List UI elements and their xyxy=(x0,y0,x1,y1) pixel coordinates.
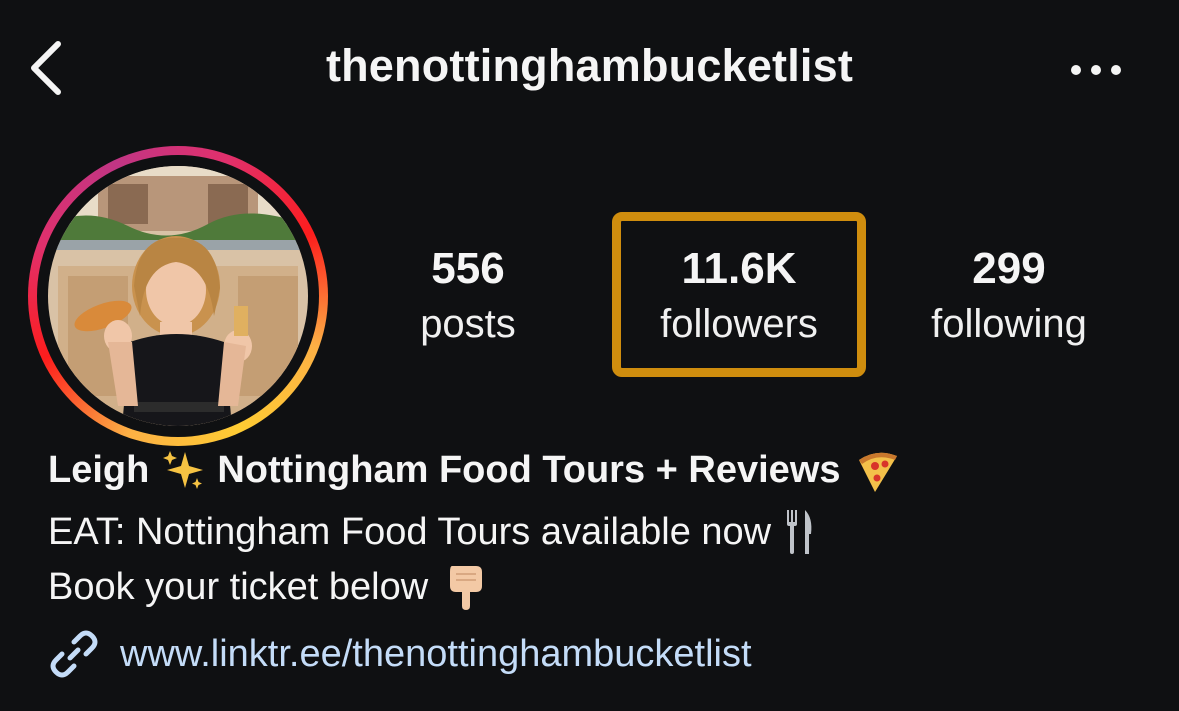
bio-line-1-text: EAT: Nottingham Food Tours available now xyxy=(48,510,772,553)
followers-stat[interactable]: 11.6K followers xyxy=(614,240,864,350)
sparkles-icon xyxy=(163,451,204,489)
followers-count: 11.6K xyxy=(681,244,797,293)
profile-link[interactable]: www.linktr.ee/thenottinghambucketlist xyxy=(48,628,752,680)
following-label: following xyxy=(931,302,1087,346)
avatar[interactable] xyxy=(48,166,308,426)
profile-link-text[interactable]: www.linktr.ee/thenottinghambucketlist xyxy=(120,633,752,676)
link-icon xyxy=(50,630,98,678)
bio-name-title: Nottingham Food Tours + Reviews xyxy=(217,448,841,491)
more-horizontal-icon xyxy=(1071,65,1121,75)
more-options-button[interactable] xyxy=(1064,50,1128,90)
bio-line-2: Book your ticket below xyxy=(48,562,486,612)
following-count: 299 xyxy=(972,244,1046,293)
fork-knife-icon xyxy=(787,510,812,554)
following-stat[interactable]: 299 following xyxy=(914,240,1104,350)
pizza-icon xyxy=(858,452,897,492)
profile-header: thenottinghambucketlist xyxy=(0,0,1179,140)
profile-username: thenottinghambucketlist xyxy=(325,40,854,91)
pointing-down-icon xyxy=(450,566,483,610)
bio-line-1: EAT: Nottingham Food Tours available now xyxy=(48,508,815,556)
bio-name-first: Leigh xyxy=(48,448,150,491)
bio-line-2-text: Book your ticket below xyxy=(48,565,429,608)
posts-count: 556 xyxy=(431,244,505,293)
avatar-photo xyxy=(48,166,308,426)
posts-label: posts xyxy=(420,302,516,346)
posts-stat[interactable]: 556 posts xyxy=(388,240,548,350)
story-ring[interactable] xyxy=(28,146,328,446)
bio-display-name: Leigh Nottingham Food Tours + Reviews xyxy=(48,446,901,494)
followers-label: followers xyxy=(660,302,818,346)
